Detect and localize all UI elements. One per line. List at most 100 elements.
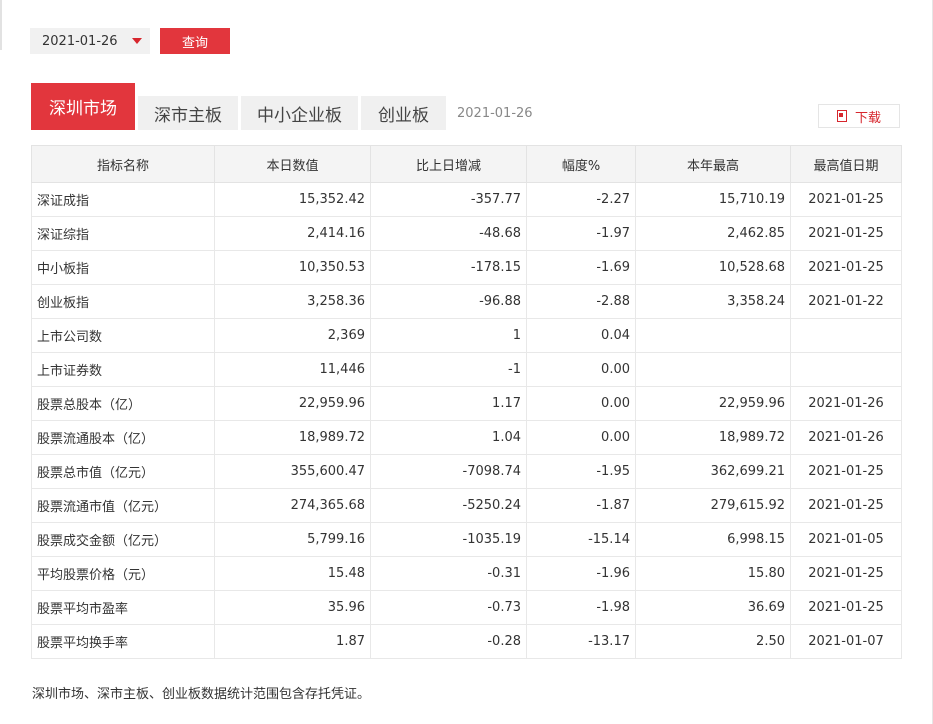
year-high-date-cell: 2021-01-25 [790,216,902,251]
year-high-date-cell: 2021-01-25 [790,556,902,591]
indicator-name-cell: 股票平均市盈率 [31,590,215,625]
year-high-date-cell: 2021-01-26 [790,420,902,455]
today-value-cell: 5,799.16 [214,522,371,557]
year-high-date-cell [790,318,902,353]
change-value-cell: -0.73 [370,590,527,625]
year-high-cell: 279,615.92 [635,488,791,523]
table-row: 平均股票价格（元） 15.48 -0.31 -1.96 15.80 2021-01-25 [31,556,902,591]
table-row: 中小板指 10,350.53 -178.15 -1.69 10,528.68 2021-0… [31,250,902,285]
indicator-name-cell: 创业板指 [31,284,215,319]
change-percent-cell: -1.69 [526,250,636,285]
column-header: 本日数值 [214,145,371,183]
table-row: 股票平均市盈率 35.96 -0.73 -1.98 36.69 2021-01-25 [31,590,902,625]
change-percent-cell: -15.14 [526,522,636,557]
table-row: 深证综指 2,414.16 -48.68 -1.97 2,462.85 2021-01-2… [31,216,902,251]
year-high-cell: 15,710.19 [635,182,791,217]
change-percent-cell: -1.95 [526,454,636,489]
today-value-cell: 10,350.53 [214,250,371,285]
change-value-cell: -1 [370,352,527,387]
change-percent-cell: 0.00 [526,386,636,421]
year-high-cell: 10,528.68 [635,250,791,285]
table-row: 深证成指 15,352.42 -357.77 -2.27 15,710.19 2021-0… [31,182,902,217]
download-button[interactable]: 下载 [818,104,900,128]
year-high-cell: 22,959.96 [635,386,791,421]
tab-main-board[interactable]: 深市主板 [138,96,238,130]
table-row: 股票流通市值（亿元） 274,365.68 -5250.24 -1.87 279,615… [31,488,902,523]
today-value-cell: 11,446 [214,352,371,387]
year-high-date-cell: 2021-01-25 [790,454,902,489]
indicator-name-cell: 中小板指 [31,250,215,285]
year-high-cell: 362,699.21 [635,454,791,489]
year-high-date-cell: 2021-01-25 [790,590,902,625]
market-tabs: 深圳市场 深市主板 中小企业板 创业板 2021-01-26 [31,83,533,130]
indicator-name-cell: 平均股票价格（元） [31,556,215,591]
table-header-row: 指标名称 本日数值 比上日增减 幅度% 本年最高 最高值日期 [31,145,902,183]
year-high-date-cell: 2021-01-25 [790,250,902,285]
today-value-cell: 274,365.68 [214,488,371,523]
tab-chinext[interactable]: 创业板 [361,96,446,130]
left-edge-divider [0,0,2,50]
year-high-date-cell: 2021-01-25 [790,182,902,217]
query-button[interactable]: 查询 [160,28,230,54]
year-high-date-cell [790,352,902,387]
column-header: 指标名称 [31,145,215,183]
change-value-cell: -0.31 [370,556,527,591]
year-high-cell: 2,462.85 [635,216,791,251]
indicator-name-cell: 股票总市值（亿元） [31,454,215,489]
today-value-cell: 18,989.72 [214,420,371,455]
date-select[interactable]: 2021-01-26 [30,28,150,54]
year-high-cell: 2.50 [635,624,791,659]
table-row: 股票成交金额（亿元） 5,799.16 -1035.19 -15.14 6,998.15… [31,522,902,557]
year-high-cell [635,318,791,353]
indicator-name-cell: 股票总股本（亿） [31,386,215,421]
change-percent-cell: -2.27 [526,182,636,217]
tab-shenzhen-market[interactable]: 深圳市场 [31,83,135,130]
change-percent-cell: -1.98 [526,590,636,625]
change-value-cell: -1035.19 [370,522,527,557]
indicator-name-cell: 深证成指 [31,182,215,217]
year-high-cell: 6,998.15 [635,522,791,557]
market-stats-table: 指标名称 本日数值 比上日增减 幅度% 本年最高 最高值日期 深证成指 15,35… [31,145,902,659]
today-value-cell: 2,414.16 [214,216,371,251]
column-header: 最高值日期 [790,145,902,183]
year-high-date-cell: 2021-01-07 [790,624,902,659]
tabs-date: 2021-01-26 [457,105,533,121]
today-value-cell: 15,352.42 [214,182,371,217]
column-header: 本年最高 [635,145,791,183]
table-row: 股票平均换手率 1.87 -0.28 -13.17 2.50 2021-01-07 [31,624,902,659]
indicator-name-cell: 股票成交金额（亿元） [31,522,215,557]
indicator-name-cell: 深证综指 [31,216,215,251]
change-value-cell: 1.17 [370,386,527,421]
indicator-name-cell: 股票平均换手率 [31,624,215,659]
indicator-name-cell: 上市公司数 [31,318,215,353]
footnote: 深圳市场、深市主板、创业板数据统计范围包含存托凭证。 [32,687,371,702]
change-value-cell: -178.15 [370,250,527,285]
year-high-cell: 15.80 [635,556,791,591]
indicator-name-cell: 股票流通股本（亿） [31,420,215,455]
indicator-name-cell: 上市证券数 [31,352,215,387]
tab-sme-board[interactable]: 中小企业板 [241,96,358,130]
change-percent-cell: -13.17 [526,624,636,659]
change-value-cell: -7098.74 [370,454,527,489]
today-value-cell: 35.96 [214,590,371,625]
date-select-value: 2021-01-26 [42,33,118,49]
caret-down-icon [132,38,142,44]
year-high-cell: 3,358.24 [635,284,791,319]
table-row: 上市公司数 2,369 1 0.04 [31,318,902,353]
change-percent-cell: 0.00 [526,352,636,387]
change-value-cell: 1.04 [370,420,527,455]
change-percent-cell: -2.88 [526,284,636,319]
year-high-cell: 36.69 [635,590,791,625]
change-percent-cell: 0.04 [526,318,636,353]
table-row: 上市证券数 11,446 -1 0.00 [31,352,902,387]
today-value-cell: 2,369 [214,318,371,353]
today-value-cell: 22,959.96 [214,386,371,421]
year-high-cell: 18,989.72 [635,420,791,455]
change-value-cell: -96.88 [370,284,527,319]
column-header: 比上日增减 [370,145,527,183]
year-high-date-cell: 2021-01-05 [790,522,902,557]
column-header: 幅度% [526,145,636,183]
download-label: 下载 [854,110,881,126]
change-percent-cell: -1.96 [526,556,636,591]
table-row: 股票流通股本（亿） 18,989.72 1.04 0.00 18,989.72 2021-… [31,420,902,455]
